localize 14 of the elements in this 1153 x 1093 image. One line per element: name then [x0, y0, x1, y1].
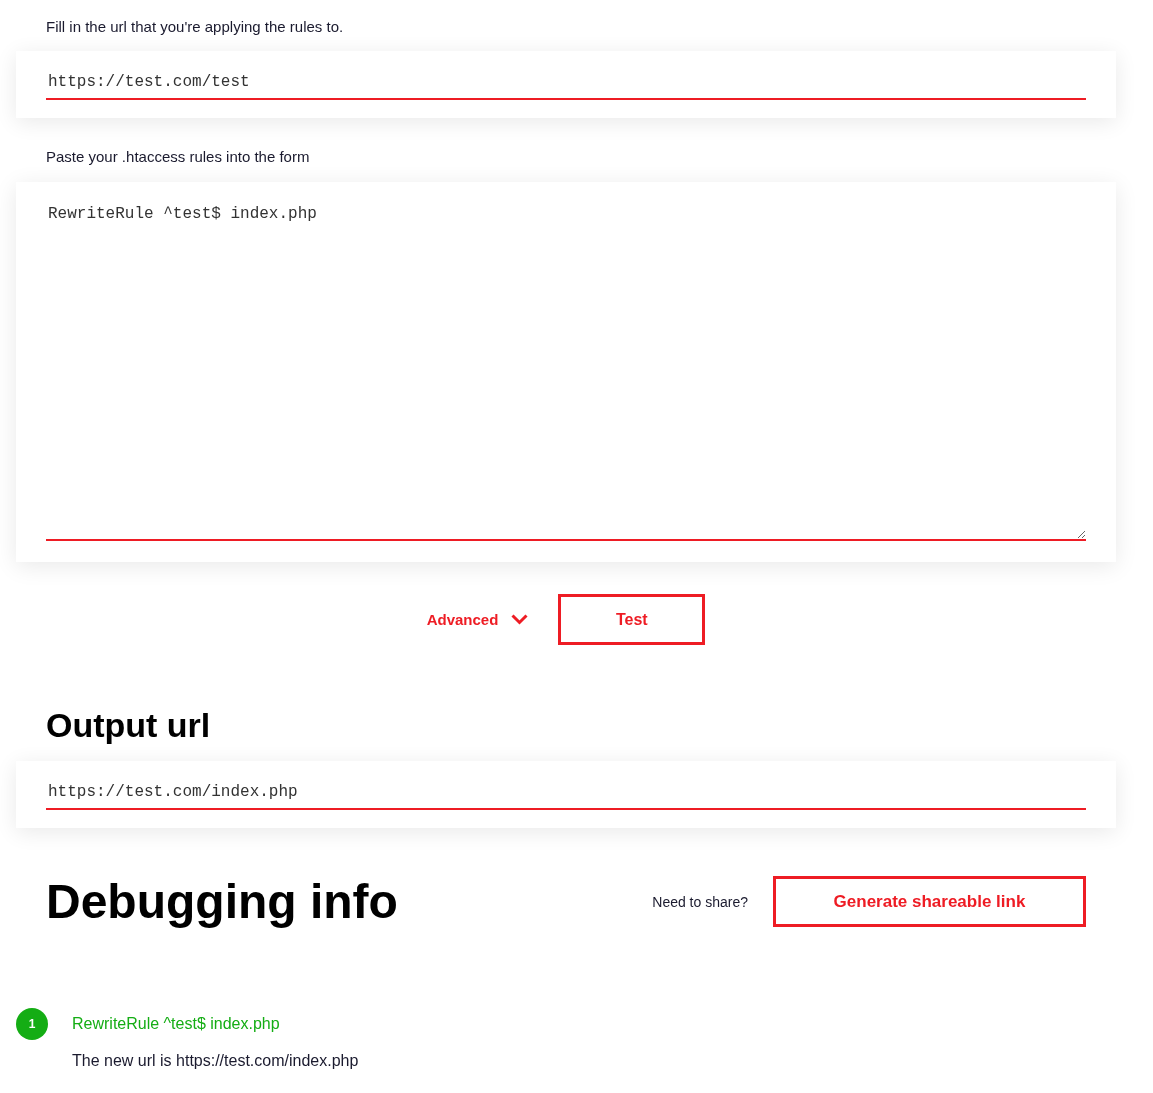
rules-prompt-label: Paste your .htaccess rules into the form: [46, 147, 310, 167]
advanced-toggle[interactable]: Advanced: [426, 609, 529, 630]
step-marker: 1: [16, 1008, 48, 1040]
url-input-field[interactable]: https://test.com/test: [46, 66, 1086, 100]
debugging-heading: Debugging info: [46, 873, 398, 930]
share-prompt-text: Need to share?: [652, 892, 748, 911]
output-heading: Output url: [46, 705, 211, 745]
rule-text: RewriteRule ^test$ index.php: [72, 1014, 280, 1034]
test-button[interactable]: Test: [558, 594, 706, 645]
output-url-field[interactable]: https://test.com/index.php: [46, 776, 1086, 810]
rules-textarea-field[interactable]: RewriteRule ^test$ index.php: [46, 202, 1086, 541]
generate-link-button[interactable]: Generate shareable link: [773, 876, 1086, 927]
url-prompt-label: Fill in the url that you're applying the rules to.: [46, 17, 344, 37]
result-message: The new url is https://test.com/index.php: [72, 1051, 359, 1071]
